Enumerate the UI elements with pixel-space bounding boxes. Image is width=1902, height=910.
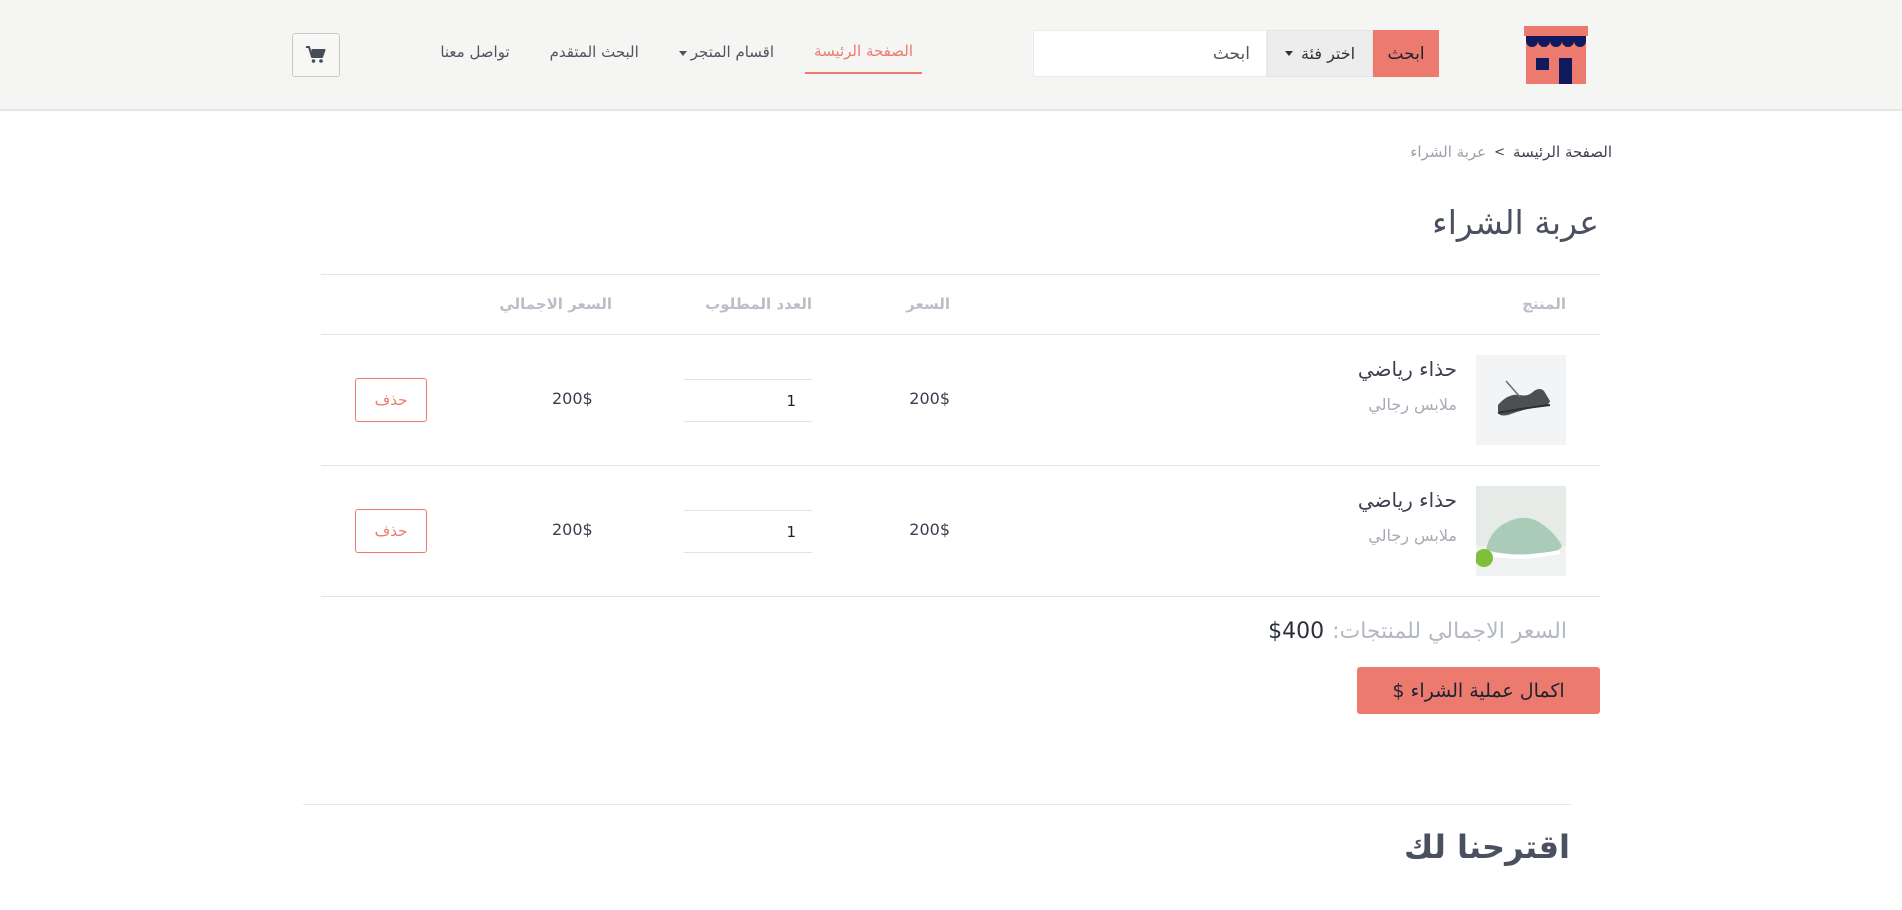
quantity-input[interactable] [684,510,812,553]
cart-button[interactable] [292,33,340,77]
grand-total-label: السعر الاجمالي للمنتجات: [1332,619,1567,644]
table-header: المنتج السعر العدد المطلوب السعر الاجمال… [321,274,1600,335]
search-input[interactable] [1033,30,1267,77]
nav-home[interactable]: الصفحة الرئيسة [805,42,922,74]
shopping-cart-icon [306,46,326,63]
main-nav: الصفحة الرئيسة اقسام المتجر البحث المتقد… [409,42,922,74]
column-price: السعر [906,295,950,313]
page-title: عربة الشراء [1432,203,1599,242]
site-header: اختر فئة ابحث الصفحة الرئيسة اقسام المتج… [0,0,1902,111]
table-row: حذاء رياضي ملابس رجالي 200$ 200$ حذف [321,466,1600,597]
product-category: ملابس رجالي [1368,395,1457,414]
delete-button[interactable]: حذف [355,378,427,422]
breadcrumb-current: عربة الشراء [1410,143,1487,161]
product-category: ملابس رجالي [1368,526,1457,545]
category-select[interactable]: اختر فئة [1267,30,1373,77]
store-logo[interactable] [1524,26,1588,84]
breadcrumb-separator: > [1494,144,1506,160]
breadcrumb-home[interactable]: الصفحة الرئيسة [1513,143,1612,161]
column-product: المنتج [1522,295,1566,313]
product-image[interactable] [1476,355,1566,445]
search-button[interactable]: ابحث [1373,30,1439,77]
product-name[interactable]: حذاء رياضي [1358,488,1457,512]
chevron-down-icon [1284,51,1293,56]
category-select-label: اختر فئة [1300,44,1356,63]
column-total: السعر الاجمالي [499,295,612,313]
delete-button[interactable]: حذف [355,509,427,553]
search-bar: اختر فئة ابحث [1033,30,1440,77]
product-price: 200$ [909,520,950,539]
product-price: 200$ [909,389,950,408]
cart-table: المنتج السعر العدد المطلوب السعر الاجمال… [321,274,1600,597]
column-quantity: العدد المطلوب [705,295,812,313]
suggestions-title: اقترحنا لك [1404,828,1570,866]
checkout-button[interactable]: اكمال عملية الشراء $ [1357,667,1600,714]
nav-store-sections[interactable]: اقسام المتجر [670,42,783,74]
chevron-down-icon [678,50,687,56]
table-row: حذاء رياضي ملابس رجالي 200$ 200$ حذف [321,335,1600,466]
grand-total-value: $400 [1268,619,1325,644]
product-total: 200$ [552,389,593,408]
product-name[interactable]: حذاء رياضي [1358,357,1457,381]
product-total: 200$ [552,520,593,539]
section-divider [303,804,1571,805]
product-image[interactable] [1476,486,1566,576]
nav-contact[interactable]: تواصل معنا [431,42,518,74]
breadcrumb: الصفحة الرئيسة > عربة الشراء [1410,143,1612,161]
nav-store-sections-label: اقسام المتجر [690,43,775,61]
grand-total: السعر الاجمالي للمنتجات: $400 [1268,619,1567,644]
quantity-input[interactable] [684,379,812,422]
nav-advanced-search[interactable]: البحث المتقدم [541,42,648,74]
